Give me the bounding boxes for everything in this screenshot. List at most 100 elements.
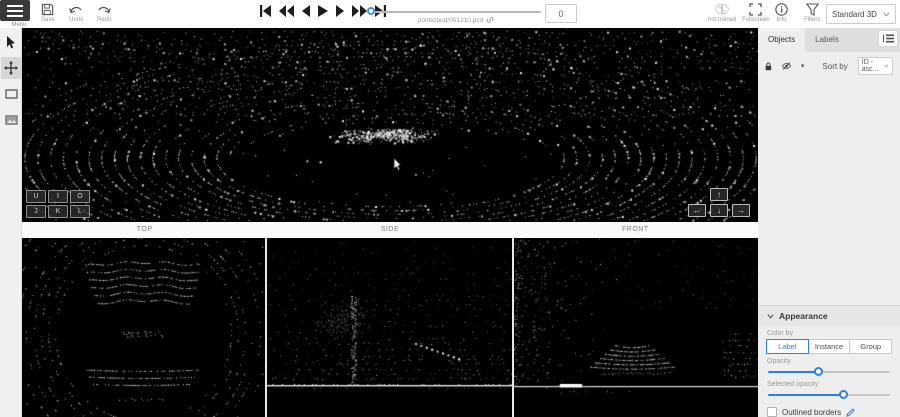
appearance-title: Appearance	[779, 311, 828, 321]
front-view-canvas[interactable]	[514, 238, 758, 417]
outlined-borders-row: Outlined borders	[767, 407, 891, 417]
filename-row: pointcloud/001210.pcd	[371, 16, 541, 24]
appearance-header[interactable]: Appearance	[758, 306, 900, 326]
opacity-slider[interactable]	[768, 367, 890, 377]
sort-select-value: ID - asc...	[862, 59, 885, 73]
side-view-label: SIDE	[267, 222, 512, 238]
outlined-borders-checkbox[interactable]	[767, 407, 777, 417]
color-by-group-button[interactable]: Group	[850, 339, 892, 354]
top-view-label: TOP	[22, 222, 267, 238]
key-j-button[interactable]: J	[26, 205, 46, 218]
top-view-canvas[interactable]	[22, 238, 265, 417]
filters-button[interactable]: Filters	[804, 3, 820, 23]
tool-sidebar	[0, 28, 22, 417]
undo-button[interactable]: Undo	[69, 3, 83, 23]
chevron-down-icon	[883, 12, 890, 17]
list-panel-icon	[883, 34, 894, 43]
box-tool-button[interactable]	[1, 83, 21, 105]
filename-text: pointcloud/001210.pcd	[418, 17, 483, 24]
ortho-views	[22, 238, 758, 417]
arrow-right-button[interactable]: →	[732, 204, 750, 217]
fast-backward-button[interactable]	[277, 4, 296, 18]
pencil-icon[interactable]	[846, 408, 855, 417]
color-by-group: Label Instance Group	[766, 339, 892, 354]
info-button[interactable]: Info	[775, 3, 788, 23]
rectangle-icon	[5, 89, 18, 99]
color-by-instance-button[interactable]: Instance	[809, 339, 851, 354]
arrow-left-button[interactable]: ←	[688, 204, 706, 217]
appearance-section: Appearance Color by Label Instance Group…	[758, 305, 900, 417]
arrow-up-button[interactable]: ↑	[710, 188, 728, 201]
chevron-down-icon	[767, 314, 774, 319]
tab-objects[interactable]: Objects	[758, 28, 805, 52]
camera-arrow-pad: ↑ ← ↓ →	[688, 188, 752, 218]
redo-label: Redo	[97, 17, 111, 23]
cursor-icon	[6, 36, 17, 49]
previous-frame-button[interactable]	[300, 4, 312, 18]
next-frame-icon	[336, 5, 344, 17]
menu-button-label: Menu	[4, 22, 34, 28]
color-by-label: Color by	[767, 330, 891, 337]
key-u-button[interactable]: U	[26, 190, 46, 203]
color-by-label-button[interactable]: Label	[766, 339, 809, 354]
fast-backward-icon	[279, 5, 294, 17]
top-toolbar: Menu Save Undo Redo	[0, 0, 900, 28]
outlined-borders-label: Outlined borders	[782, 408, 841, 417]
training-status-label: not trained	[708, 17, 736, 23]
selected-opacity-slider[interactable]	[768, 390, 890, 400]
chevron-down-icon	[884, 64, 889, 68]
menu-button[interactable]	[0, 0, 30, 21]
save-button[interactable]: Save	[41, 3, 55, 23]
panel-layout-button[interactable]	[878, 30, 898, 47]
frame-slider[interactable]	[371, 10, 541, 14]
training-status-button[interactable]: not trained	[708, 3, 736, 23]
mode-select-value: Standard 3D	[832, 10, 877, 19]
arrow-down-button[interactable]: ↓	[710, 204, 728, 217]
right-panel: Objects Labels ▾ Sort by ID - asc...	[758, 28, 900, 417]
redo-icon	[97, 3, 111, 16]
tab-labels[interactable]: Labels	[805, 28, 849, 52]
camera-keypad: U I O J K L	[26, 190, 90, 218]
view-labels-band: TOP SIDE FRONT	[22, 222, 758, 238]
brain-icon	[714, 3, 730, 16]
mode-select[interactable]: Standard 3D	[826, 4, 896, 24]
opacity-slider-handle[interactable]	[814, 367, 823, 376]
frame-slider-handle[interactable]	[367, 7, 375, 15]
selected-opacity-label: Selected opacity	[767, 381, 891, 388]
visibility-off-icon[interactable]	[782, 61, 791, 71]
first-frame-button[interactable]	[258, 4, 273, 18]
lock-icon[interactable]	[765, 61, 772, 72]
key-i-button[interactable]: I	[48, 190, 68, 203]
undo-icon	[69, 3, 83, 16]
frame-number-input[interactable]	[545, 4, 577, 23]
fullscreen-icon	[749, 3, 762, 16]
fast-forward-icon	[352, 5, 367, 17]
move-tool-button[interactable]	[1, 57, 21, 79]
undo-label: Undo	[69, 17, 83, 23]
main-3d-view[interactable]: U I O J K L ↑ ← ↓ →	[22, 28, 758, 222]
expand-caret-icon[interactable]: ▾	[801, 62, 805, 70]
key-o-button[interactable]: O	[70, 190, 90, 203]
filters-label: Filters	[804, 17, 820, 23]
link-icon[interactable]	[486, 16, 494, 24]
main-pointcloud-canvas[interactable]	[22, 28, 758, 222]
redo-button[interactable]: Redo	[97, 3, 111, 23]
image-icon	[5, 115, 18, 125]
opacity-label: Opacity	[767, 358, 891, 365]
next-frame-button[interactable]	[334, 4, 346, 18]
info-label: Info	[776, 17, 786, 23]
fullscreen-label: Fullscreen	[742, 17, 770, 23]
side-view-canvas[interactable]	[267, 238, 512, 417]
image-tool-button[interactable]	[1, 109, 21, 131]
select-tool-button[interactable]	[1, 31, 21, 53]
sort-select[interactable]: ID - asc...	[858, 57, 893, 75]
selected-opacity-slider-handle[interactable]	[839, 390, 848, 399]
fullscreen-button[interactable]: Fullscreen	[742, 3, 770, 23]
save-label: Save	[41, 17, 55, 23]
objects-sub-toolbar: ▾ Sort by ID - asc...	[758, 52, 900, 80]
key-k-button[interactable]: K	[48, 205, 68, 218]
frame-slider-track[interactable]	[371, 11, 541, 13]
play-button[interactable]	[316, 4, 330, 18]
key-l-button[interactable]: L	[70, 205, 90, 218]
move-icon	[4, 61, 18, 75]
